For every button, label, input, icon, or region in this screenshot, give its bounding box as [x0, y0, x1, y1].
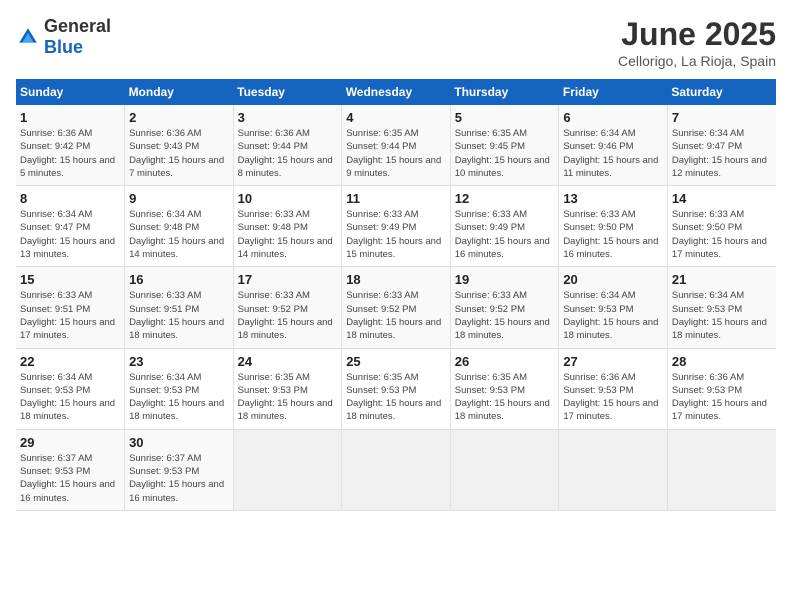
day-9: 9 Sunrise: 6:34 AMSunset: 9:48 PMDayligh… — [125, 186, 234, 267]
day-15: 15 Sunrise: 6:33 AMSunset: 9:51 PMDaylig… — [16, 267, 125, 348]
day-24: 24 Sunrise: 6:35 AMSunset: 9:53 PMDaylig… — [233, 348, 342, 429]
day-28: 28 Sunrise: 6:36 AMSunset: 9:53 PMDaylig… — [667, 348, 776, 429]
day-26: 26 Sunrise: 6:35 AMSunset: 9:53 PMDaylig… — [450, 348, 559, 429]
logo: General Blue — [16, 16, 111, 58]
empty-cell-1 — [233, 429, 342, 510]
header-thursday: Thursday — [450, 79, 559, 105]
logo-icon — [16, 25, 40, 49]
day-8: 8 Sunrise: 6:34 AMSunset: 9:47 PMDayligh… — [16, 186, 125, 267]
day-21: 21 Sunrise: 6:34 AMSunset: 9:53 PMDaylig… — [667, 267, 776, 348]
logo-blue: Blue — [44, 37, 83, 57]
week-row-3: 15 Sunrise: 6:33 AMSunset: 9:51 PMDaylig… — [16, 267, 776, 348]
header-sunday: Sunday — [16, 79, 125, 105]
day-5: 5 Sunrise: 6:35 AMSunset: 9:45 PMDayligh… — [450, 105, 559, 186]
day-17: 17 Sunrise: 6:33 AMSunset: 9:52 PMDaylig… — [233, 267, 342, 348]
header-friday: Friday — [559, 79, 668, 105]
day-10: 10 Sunrise: 6:33 AMSunset: 9:48 PMDaylig… — [233, 186, 342, 267]
week-row-2: 8 Sunrise: 6:34 AMSunset: 9:47 PMDayligh… — [16, 186, 776, 267]
header-saturday: Saturday — [667, 79, 776, 105]
day-1: 1 Sunrise: 6:36 AMSunset: 9:42 PMDayligh… — [16, 105, 125, 186]
day-13: 13 Sunrise: 6:33 AMSunset: 9:50 PMDaylig… — [559, 186, 668, 267]
weekday-header-row: Sunday Monday Tuesday Wednesday Thursday… — [16, 79, 776, 105]
day-30: 30 Sunrise: 6:37 AMSunset: 9:53 PMDaylig… — [125, 429, 234, 510]
title-area: June 2025 Cellorigo, La Rioja, Spain — [618, 16, 776, 69]
day-4: 4 Sunrise: 6:35 AMSunset: 9:44 PMDayligh… — [342, 105, 451, 186]
day-19: 19 Sunrise: 6:33 AMSunset: 9:52 PMDaylig… — [450, 267, 559, 348]
day-6: 6 Sunrise: 6:34 AMSunset: 9:46 PMDayligh… — [559, 105, 668, 186]
day-11: 11 Sunrise: 6:33 AMSunset: 9:49 PMDaylig… — [342, 186, 451, 267]
calendar-table: Sunday Monday Tuesday Wednesday Thursday… — [16, 79, 776, 511]
day-14: 14 Sunrise: 6:33 AMSunset: 9:50 PMDaylig… — [667, 186, 776, 267]
header-wednesday: Wednesday — [342, 79, 451, 105]
location-subtitle: Cellorigo, La Rioja, Spain — [618, 53, 776, 69]
day-20: 20 Sunrise: 6:34 AMSunset: 9:53 PMDaylig… — [559, 267, 668, 348]
day-23: 23 Sunrise: 6:34 AMSunset: 9:53 PMDaylig… — [125, 348, 234, 429]
header-area: General Blue June 2025 Cellorigo, La Rio… — [16, 16, 776, 69]
week-row-4: 22 Sunrise: 6:34 AMSunset: 9:53 PMDaylig… — [16, 348, 776, 429]
header-tuesday: Tuesday — [233, 79, 342, 105]
day-29: 29 Sunrise: 6:37 AMSunset: 9:53 PMDaylig… — [16, 429, 125, 510]
day-3: 3 Sunrise: 6:36 AMSunset: 9:44 PMDayligh… — [233, 105, 342, 186]
header-monday: Monday — [125, 79, 234, 105]
week-row-1: 1 Sunrise: 6:36 AMSunset: 9:42 PMDayligh… — [16, 105, 776, 186]
month-title: June 2025 — [618, 16, 776, 53]
day-22: 22 Sunrise: 6:34 AMSunset: 9:53 PMDaylig… — [16, 348, 125, 429]
empty-cell-4 — [559, 429, 668, 510]
week-row-5: 29 Sunrise: 6:37 AMSunset: 9:53 PMDaylig… — [16, 429, 776, 510]
day-2: 2 Sunrise: 6:36 AMSunset: 9:43 PMDayligh… — [125, 105, 234, 186]
day-16: 16 Sunrise: 6:33 AMSunset: 9:51 PMDaylig… — [125, 267, 234, 348]
day-12: 12 Sunrise: 6:33 AMSunset: 9:49 PMDaylig… — [450, 186, 559, 267]
day-27: 27 Sunrise: 6:36 AMSunset: 9:53 PMDaylig… — [559, 348, 668, 429]
empty-cell-2 — [342, 429, 451, 510]
empty-cell-5 — [667, 429, 776, 510]
logo-text: General Blue — [44, 16, 111, 58]
empty-cell-3 — [450, 429, 559, 510]
day-18: 18 Sunrise: 6:33 AMSunset: 9:52 PMDaylig… — [342, 267, 451, 348]
day-25: 25 Sunrise: 6:35 AMSunset: 9:53 PMDaylig… — [342, 348, 451, 429]
day-7: 7 Sunrise: 6:34 AMSunset: 9:47 PMDayligh… — [667, 105, 776, 186]
logo-general: General — [44, 16, 111, 36]
